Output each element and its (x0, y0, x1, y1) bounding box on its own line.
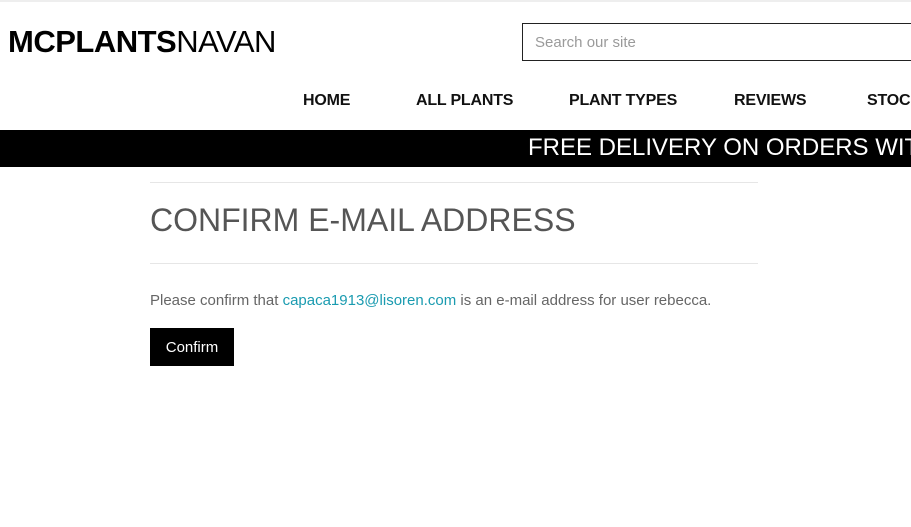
nav-item-home[interactable]: HOME (303, 92, 350, 110)
nav-item-reviews[interactable]: REVIEWS (734, 92, 807, 110)
page: MCPLANTSNAVAN HOME ALL PLANTS PLANT TYPE… (0, 0, 911, 527)
confirm-button[interactable]: Confirm (150, 328, 234, 366)
title-divider (150, 263, 758, 264)
message-suffix: is an e-mail address for user rebecca. (456, 292, 712, 309)
promo-banner-text: FREE DELIVERY ON ORDERS WITHIN (528, 134, 911, 161)
logo-light-text: NAVAN (176, 24, 276, 59)
nav-item-plant-types[interactable]: PLANT TYPES (569, 92, 677, 110)
search-input[interactable] (522, 23, 911, 61)
confirm-message: Please confirm that capaca1913@lisoren.c… (150, 291, 758, 311)
page-title: CONFIRM E-MAIL ADDRESS (150, 202, 576, 238)
site-logo[interactable]: MCPLANTSNAVAN (8, 24, 276, 60)
nav-item-stock[interactable]: STOCK (867, 92, 911, 110)
promo-banner: FREE DELIVERY ON ORDERS WITHIN (0, 130, 911, 167)
message-prefix: Please confirm that (150, 292, 283, 309)
main-nav: HOME ALL PLANTS PLANT TYPES REVIEWS STOC… (0, 92, 911, 114)
email-link[interactable]: capaca1913@lisoren.com (283, 292, 457, 309)
confirm-email-panel: CONFIRM E-MAIL ADDRESS Please confirm th… (150, 182, 758, 366)
nav-item-all-plants[interactable]: ALL PLANTS (416, 92, 513, 110)
logo-bold-text: MCPLANTS (8, 24, 177, 59)
top-divider (150, 182, 758, 183)
top-rule (0, 0, 911, 2)
